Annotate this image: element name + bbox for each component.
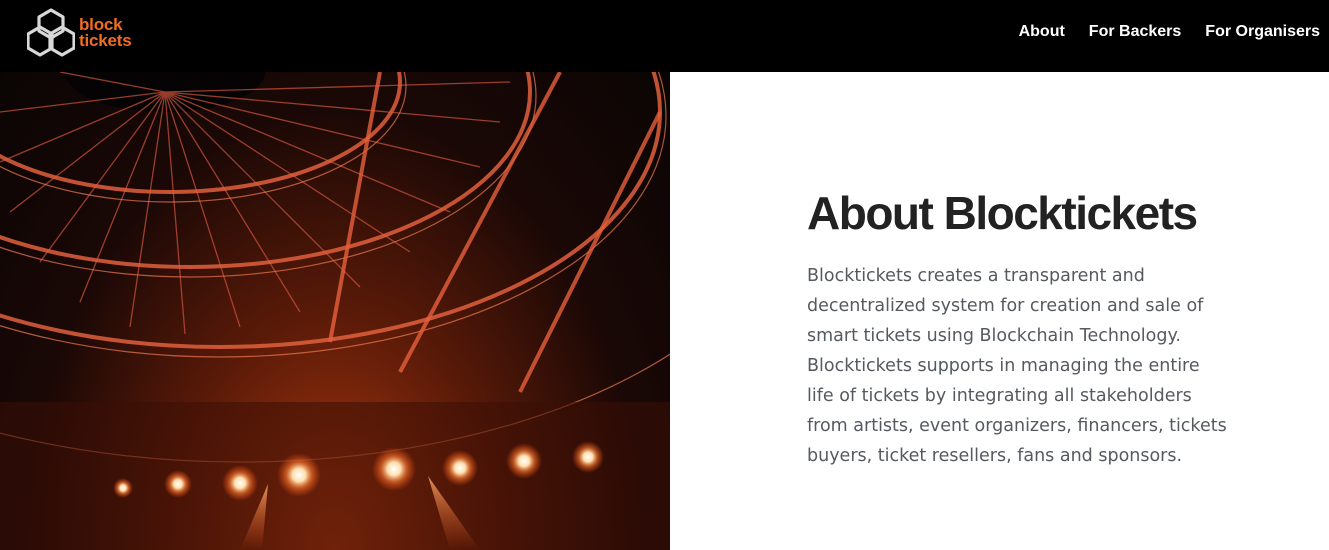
about-section: About Blocktickets Blocktickets creates … — [807, 185, 1227, 471]
nav-link-about[interactable]: About — [1019, 23, 1065, 41]
nav-link-for-organisers[interactable]: For Organisers — [1205, 23, 1320, 41]
brand-wordmark: block tickets — [79, 16, 132, 50]
main-nav: About For Backers For Organisers — [1019, 0, 1320, 64]
navbar: block tickets About For Backers For Orga… — [0, 0, 1329, 72]
stage-truss-illustration — [0, 72, 670, 550]
page-title: About Blocktickets — [807, 187, 1198, 239]
hexagon-logo-icon — [27, 8, 75, 57]
nav-link-for-backers[interactable]: For Backers — [1089, 23, 1182, 41]
brand-line-2: tickets — [79, 31, 132, 50]
brand-logo[interactable]: block tickets — [27, 7, 132, 59]
hero-image — [0, 72, 670, 550]
about-description: Blocktickets creates a transparent and d… — [807, 266, 1227, 466]
